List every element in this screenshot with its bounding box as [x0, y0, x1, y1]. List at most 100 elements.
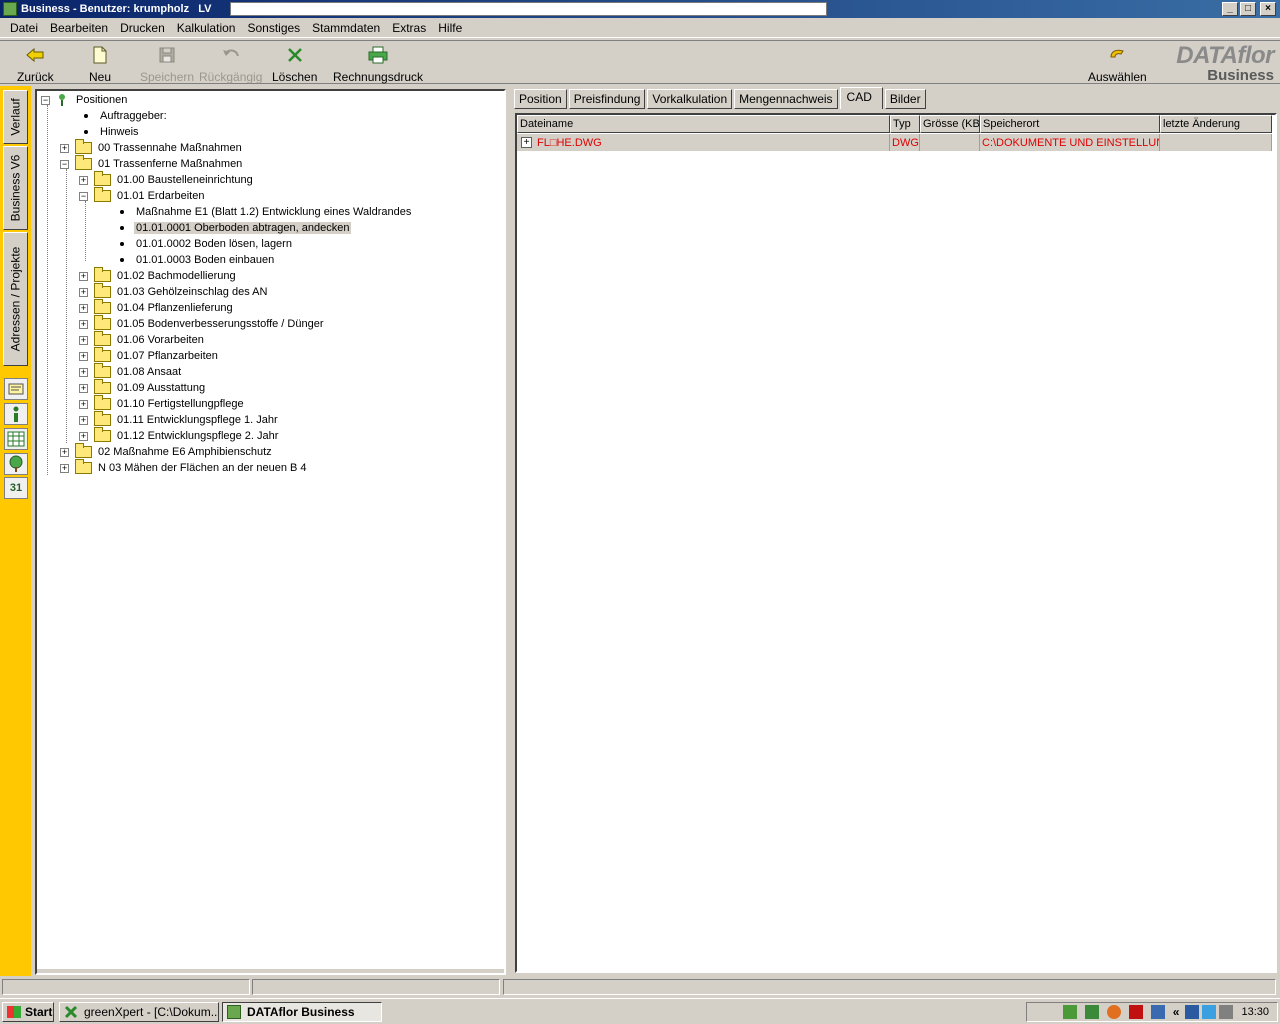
tree-horizontal-scrollbar[interactable] [37, 969, 504, 973]
tray-app-icon[interactable] [1062, 1005, 1077, 1019]
tree-root-icon [56, 93, 68, 107]
close-button[interactable]: × [1260, 2, 1276, 16]
column-header-speicherort[interactable]: Speicherort [980, 115, 1160, 133]
tree-folder-01-00[interactable]: +01.00 Baustelleneinrichtung [79, 171, 255, 188]
tree-root[interactable]: − Positionen [41, 92, 129, 108]
expand-toggle[interactable]: + [79, 271, 88, 281]
maximize-button[interactable]: □ [1240, 2, 1256, 16]
tree-folder-01-04[interactable]: +01.04 Pflanzenlieferung [79, 299, 235, 316]
tree-folder-n03[interactable]: + N 03 Mähen der Flächen an der neuen B 4 [60, 459, 309, 476]
tree-folder-01[interactable]: −01 Trassenferne Maßnahmen [60, 155, 244, 172]
undo-icon [221, 45, 241, 65]
menu-bearbeiten[interactable]: Bearbeiten [44, 21, 114, 35]
expand-toggle[interactable]: + [79, 415, 88, 425]
expand-toggle[interactable]: + [79, 367, 88, 377]
tree-folder-00[interactable]: +00 Trassennahe Maßnahmen [60, 139, 244, 156]
tree-folder-01-08[interactable]: +01.08 Ansaat [79, 363, 183, 380]
expand-row-toggle[interactable]: + [521, 137, 532, 148]
tree-folder-01-09[interactable]: +01.09 Ausstattung [79, 379, 207, 396]
tree-folder-01-07[interactable]: +01.07 Pflanzarbeiten [79, 347, 220, 364]
tree-folder-01-01[interactable]: −01.01 Erdarbeiten [79, 187, 206, 204]
side-tab-adressen-projekte[interactable]: Adressen / Projekte [3, 232, 28, 366]
tree-folder-01-02[interactable]: +01.02 Bachmodellierung [79, 267, 238, 284]
expand-toggle[interactable]: + [79, 399, 88, 409]
column-header-typ[interactable]: Typ [890, 115, 920, 133]
save-button[interactable]: Speichern [140, 45, 194, 84]
select-button[interactable]: Auswählen [1088, 45, 1147, 84]
menu-sonstiges[interactable]: Sonstiges [241, 21, 306, 35]
network-icon[interactable] [1185, 1005, 1200, 1019]
back-button[interactable]: Zurück [17, 45, 54, 84]
menu-hilfe[interactable]: Hilfe [432, 21, 468, 35]
tree-folder-01-03[interactable]: +01.03 Gehölzeinschlag des AN [79, 283, 269, 300]
start-button[interactable]: Start [2, 1002, 54, 1022]
expand-toggle[interactable]: + [79, 287, 88, 297]
tray-greenxpert-icon[interactable] [1084, 1005, 1099, 1019]
tree-folder-02[interactable]: +02 Maßnahme E6 Amphibienschutz [60, 443, 274, 460]
calendar-icon[interactable]: 31 [4, 477, 28, 499]
firefox-icon[interactable] [1106, 1005, 1121, 1019]
invoice-print-button[interactable]: Rechnungsdruck [333, 45, 423, 84]
expand-toggle[interactable]: + [79, 335, 88, 345]
tree-folder-01-12[interactable]: +01.12 Entwicklungspflege 2. Jahr [79, 427, 280, 444]
column-header-groesse[interactable]: Grösse (KB) [920, 115, 980, 133]
task-greenxpert[interactable]: greenXpert - [C:\Dokum... [59, 1002, 219, 1022]
tab-cad[interactable]: CAD [839, 87, 883, 109]
undo-button[interactable]: Rückgängig [199, 45, 262, 84]
expand-toggle[interactable]: + [60, 447, 69, 457]
tab-position[interactable]: Position [514, 89, 567, 109]
delete-button[interactable]: Löschen [272, 45, 317, 84]
side-tab-verlauf[interactable]: Verlauf [3, 90, 28, 144]
warning-icon[interactable] [1202, 1005, 1217, 1019]
tab-mengennachweis[interactable]: Mengennachweis [734, 89, 838, 109]
collapse-toggle[interactable]: − [79, 191, 88, 201]
table-icon[interactable] [4, 428, 28, 450]
expand-toggle[interactable]: + [79, 319, 88, 329]
menu-extras[interactable]: Extras [386, 21, 432, 35]
task-dataflor-business[interactable]: DATAflor Business [222, 1002, 382, 1022]
menu-drucken[interactable]: Drucken [114, 21, 171, 35]
minimize-button[interactable]: _ [1222, 2, 1238, 16]
tree-item-01-01-0001[interactable]: 01.01.0001 Oberboden abtragen, andecken [117, 220, 352, 236]
tab-bilder[interactable]: Bilder [884, 89, 926, 109]
tab-vorkalkulation[interactable]: Vorkalkulation [647, 89, 733, 109]
info-icon[interactable] [4, 403, 28, 425]
shield-icon[interactable] [1150, 1005, 1165, 1019]
tree-icon[interactable] [4, 453, 28, 475]
arrow-left-icon [25, 45, 45, 65]
acrobat-icon[interactable] [1128, 1005, 1143, 1019]
expand-toggle[interactable]: + [79, 351, 88, 361]
tree-folder-01-11[interactable]: +01.11 Entwicklungspflege 1. Jahr [79, 411, 280, 428]
column-header-letzte-aenderung[interactable]: letzte Änderung [1160, 115, 1272, 133]
expand-toggle[interactable]: + [79, 303, 88, 313]
menu-kalkulation[interactable]: Kalkulation [171, 21, 242, 35]
collapse-toggle[interactable]: − [60, 159, 69, 169]
expand-toggle[interactable]: + [60, 143, 69, 153]
menu-datei[interactable]: Datei [4, 21, 44, 35]
tree-item-auftraggeber[interactable]: Auftraggeber: [81, 108, 169, 124]
menu-stammdaten[interactable]: Stammdaten [306, 21, 386, 35]
expand-toggle[interactable]: + [79, 383, 88, 393]
tree-item-01-01-0003[interactable]: 01.01.0003 Boden einbauen [117, 252, 276, 268]
tree-item-01-01-0002[interactable]: 01.01.0002 Boden lösen, lagern [117, 236, 294, 252]
tray-misc-icon[interactable] [1219, 1005, 1234, 1019]
tab-preisfindung[interactable]: Preisfindung [568, 89, 646, 109]
toolbar: Zurück Neu Speichern Rückgängig Löschen … [0, 40, 1280, 84]
tree-folder-01-05[interactable]: +01.05 Bodenverbesserungsstoffe / Dünger [79, 315, 326, 332]
app-icon[interactable] [3, 2, 17, 16]
folder-icon [94, 427, 111, 442]
tray-collapse-chevron[interactable]: « [1173, 1005, 1180, 1019]
notepad-icon[interactable] [4, 378, 28, 400]
table-row[interactable]: + FL□HE.DWG DWG C:\DOKUMENTE UND EINSTEL… [517, 134, 1272, 151]
column-header-dateiname[interactable]: Dateiname [517, 115, 890, 133]
tree-folder-01-06[interactable]: +01.06 Vorarbeiten [79, 331, 206, 348]
collapse-toggle[interactable]: − [41, 95, 50, 105]
expand-toggle[interactable]: + [79, 175, 88, 185]
new-button[interactable]: Neu [89, 45, 111, 84]
tree-item-hinweis[interactable]: Hinweis [81, 124, 141, 140]
tree-folder-01-10[interactable]: +01.10 Fertigstellungpflege [79, 395, 246, 412]
expand-toggle[interactable]: + [79, 431, 88, 441]
tree-item-massnahme-e1[interactable]: Maßnahme E1 (Blatt 1.2) Entwicklung eine… [117, 204, 413, 220]
expand-toggle[interactable]: + [60, 463, 69, 473]
side-tab-business-v6[interactable]: Business V6 [3, 146, 28, 230]
